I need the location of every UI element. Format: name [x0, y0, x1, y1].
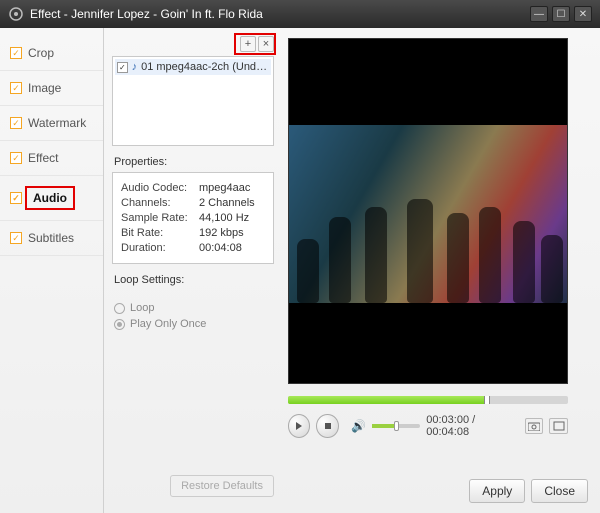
checkbox-icon[interactable]: ✓ [10, 47, 22, 59]
checkbox-icon[interactable]: ✓ [10, 192, 22, 204]
seek-progress [288, 396, 484, 404]
checkbox-icon[interactable]: ✓ [10, 152, 22, 164]
sidebar-item-effect[interactable]: ✓ Effect [0, 141, 103, 176]
stop-button[interactable] [316, 414, 338, 438]
sidebar-item-label: Crop [28, 46, 54, 60]
music-note-icon: ♪ [132, 61, 138, 73]
title-bar: Effect - Jennifer Lopez - Goin' In ft. F… [0, 0, 600, 28]
checkbox-icon[interactable]: ✓ [10, 117, 22, 129]
sidebar-item-label: Subtitles [28, 231, 74, 245]
seek-bar[interactable] [288, 396, 568, 404]
sidebar-item-image[interactable]: ✓ Image [0, 71, 103, 106]
loop-label: Loop [130, 302, 154, 314]
properties-heading: Properties: [114, 156, 274, 168]
audio-track-list[interactable]: ✓ ♪ 01 mpeg4aac-2ch (Undeter [112, 56, 274, 146]
loop-option-once[interactable]: Play Only Once [114, 318, 274, 330]
volume-thumb[interactable] [394, 421, 399, 431]
middle-panel: + × ✓ ♪ 01 mpeg4aac-2ch (Undeter Propert… [104, 28, 280, 513]
time-current: 00:03:00 [426, 414, 469, 426]
remove-track-button[interactable]: × [258, 36, 274, 52]
loop-option-loop[interactable]: Loop [114, 302, 274, 314]
sidebar-item-crop[interactable]: ✓ Crop [0, 36, 103, 71]
sidebar-item-label: Audio [25, 186, 75, 210]
sidebar-item-label: Effect [28, 151, 58, 165]
preview-panel: 🔊 00:03:00 / 00:04:08 Apply Close [280, 28, 600, 513]
video-frame [289, 125, 567, 303]
prop-key: Channels: [121, 197, 199, 209]
maximize-button[interactable]: ☐ [552, 6, 570, 22]
prop-value: 00:04:08 [199, 242, 242, 254]
add-track-button[interactable]: + [240, 36, 256, 52]
minimize-button[interactable]: — [530, 6, 548, 22]
prop-key: Audio Codec: [121, 182, 199, 194]
restore-defaults-button[interactable]: Restore Defaults [170, 475, 274, 497]
apply-button[interactable]: Apply [469, 479, 525, 503]
loop-heading: Loop Settings: [114, 274, 274, 286]
properties-box: Audio Codec:mpeg4aac Channels:2 Channels… [112, 172, 274, 264]
prop-value: 192 kbps [199, 227, 244, 239]
prop-key: Duration: [121, 242, 199, 254]
sidebar-item-label: Watermark [28, 116, 86, 130]
video-preview[interactable] [288, 38, 568, 384]
close-window-button[interactable]: ✕ [574, 6, 592, 22]
checkbox-icon[interactable]: ✓ [10, 82, 22, 94]
prop-value: 44,100 Hz [199, 212, 249, 224]
loop-label: Play Only Once [130, 318, 206, 330]
app-logo-icon [8, 6, 24, 22]
prop-key: Sample Rate: [121, 212, 199, 224]
time-display: 00:03:00 / 00:04:08 [426, 414, 514, 438]
checkbox-icon[interactable]: ✓ [10, 232, 22, 244]
sidebar-item-audio[interactable]: ✓ Audio [0, 176, 103, 221]
track-row[interactable]: ✓ ♪ 01 mpeg4aac-2ch (Undeter [115, 59, 271, 75]
volume-icon[interactable]: 🔊 [351, 419, 366, 433]
sidebar-item-subtitles[interactable]: ✓ Subtitles [0, 221, 103, 256]
track-name: 01 mpeg4aac-2ch (Undeter [141, 61, 269, 73]
sidebar-item-label: Image [28, 81, 61, 95]
volume-slider[interactable] [372, 424, 420, 428]
time-total: 00:04:08 [426, 426, 469, 438]
track-checkbox[interactable]: ✓ [117, 62, 128, 73]
sidebar: ✓ Crop ✓ Image ✓ Watermark ✓ Effect ✓ Au… [0, 28, 104, 513]
prop-key: Bit Rate: [121, 227, 199, 239]
snapshot-button[interactable] [525, 418, 544, 434]
prop-value: 2 Channels [199, 197, 255, 209]
radio-icon[interactable] [114, 303, 125, 314]
close-button[interactable]: Close [531, 479, 588, 503]
fullscreen-button[interactable] [549, 418, 568, 434]
volume-level [372, 424, 394, 428]
sidebar-item-watermark[interactable]: ✓ Watermark [0, 106, 103, 141]
seek-thumb[interactable] [484, 396, 490, 404]
play-button[interactable] [288, 414, 310, 438]
radio-icon[interactable] [114, 319, 125, 330]
window-title: Effect - Jennifer Lopez - Goin' In ft. F… [30, 7, 530, 21]
prop-value: mpeg4aac [199, 182, 250, 194]
